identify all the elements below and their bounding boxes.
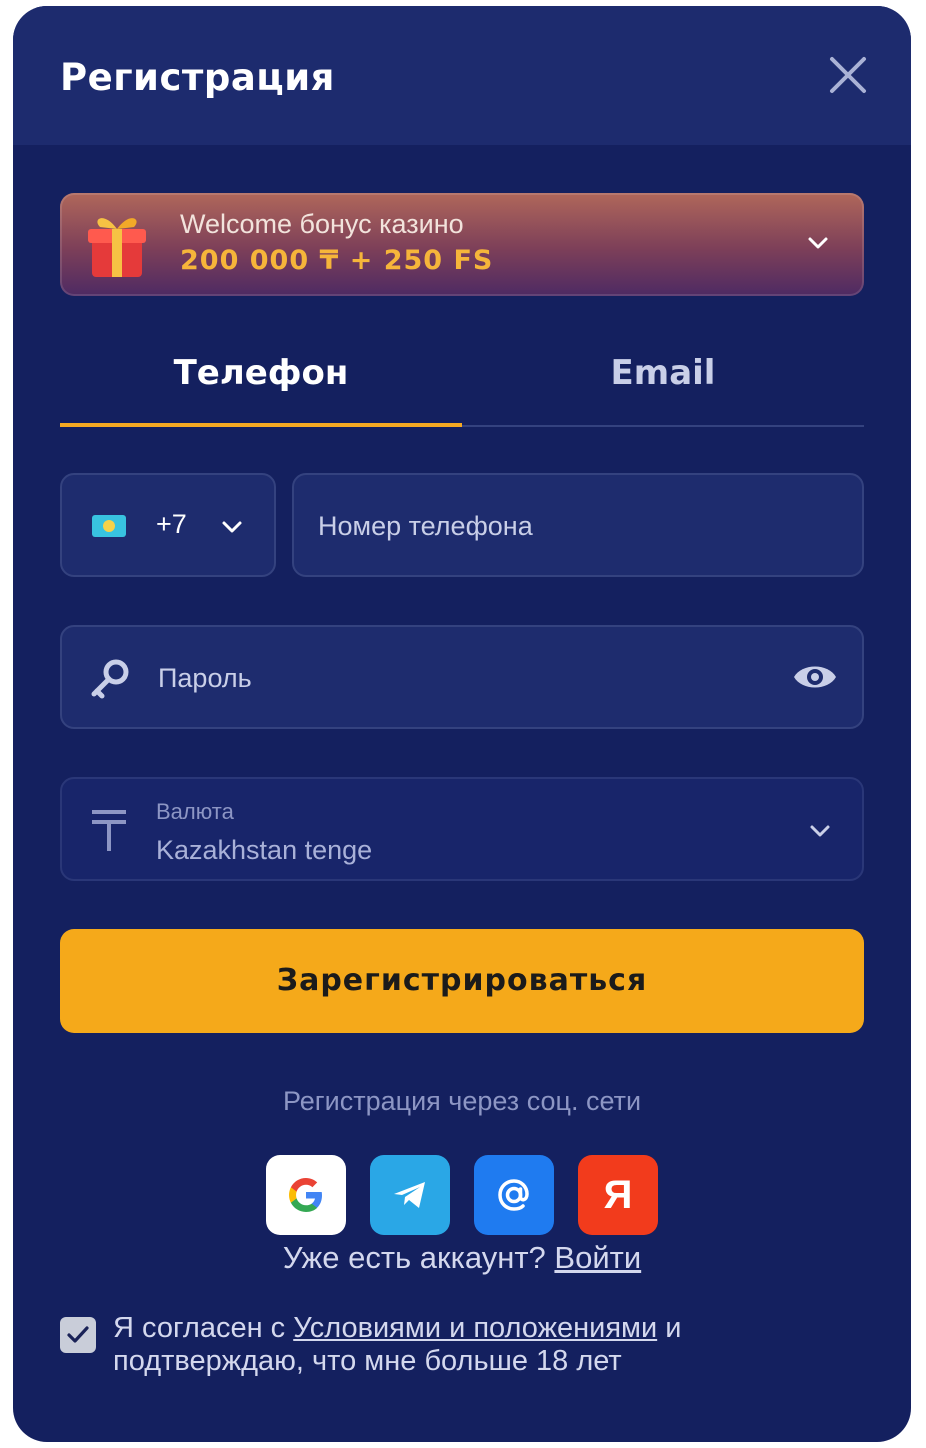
social-register-label: Регистрация через соц. сети [282, 1086, 642, 1116]
kazakhstan-flag-icon [92, 515, 126, 537]
telegram-icon [394, 1182, 425, 1208]
google-icon [289, 1178, 322, 1212]
telegram-login-button[interactable] [370, 1155, 450, 1235]
mail-at-icon [498, 1179, 529, 1211]
existing-account-line: Уже есть аккаунт? Войти [13, 1240, 911, 1276]
active-tab-indicator [60, 423, 462, 427]
currency-select[interactable]: Валюта Kazakhstan tenge [60, 777, 864, 881]
currency-value: Kazakhstan tenge [156, 835, 373, 865]
bonus-title: Welcome бонус казино [180, 209, 464, 239]
chevron-down-icon [810, 825, 830, 837]
phone-input[interactable] [316, 505, 840, 547]
modal-title: Регистрация [60, 56, 335, 99]
phone-field [292, 473, 864, 577]
existing-account-text: Уже есть аккаунт? [282, 1240, 546, 1275]
mailru-login-button[interactable] [474, 1155, 554, 1235]
key-icon [91, 659, 129, 699]
welcome-bonus-dropdown[interactable]: Welcome бонус казино 200 000 ₸ + 250 FS [60, 193, 864, 296]
chevron-down-icon [222, 521, 242, 533]
gift-icon [88, 218, 146, 277]
register-button[interactable]: Зарегистрироваться [60, 929, 864, 1033]
terms-link[interactable]: Условиями и положениями [293, 1312, 657, 1344]
agreement-before: Я согласен с [113, 1312, 286, 1344]
password-input[interactable] [156, 657, 760, 699]
currency-label: Валюта [156, 799, 234, 824]
tab-phone[interactable]: Телефон [60, 353, 462, 423]
bonus-amount: 200 000 ₸ + 250 FS [180, 245, 494, 276]
country-code: +7 [156, 509, 187, 539]
tab-email[interactable]: Email [462, 353, 864, 423]
terms-checkbox[interactable] [60, 1317, 96, 1353]
terms-agreement-text: Я согласен с Условиями и положениями и п… [113, 1312, 873, 1378]
yandex-icon: Я [603, 1173, 633, 1217]
google-login-button[interactable] [266, 1155, 346, 1235]
login-link[interactable]: Войти [554, 1240, 641, 1275]
password-field [60, 625, 864, 729]
yandex-login-button[interactable]: Я [578, 1155, 658, 1235]
tenge-icon [92, 810, 126, 851]
checkmark-icon [67, 1326, 89, 1343]
close-icon[interactable] [825, 52, 871, 98]
eye-icon[interactable] [792, 661, 838, 693]
modal-header: Регистрация [13, 6, 911, 145]
country-code-select[interactable]: +7 [60, 473, 276, 577]
auth-tabs: Телефон Email [60, 353, 864, 427]
chevron-down-icon [808, 237, 828, 249]
registration-modal: Регистрация Welcome бонус казино 200 000… [13, 6, 911, 1442]
